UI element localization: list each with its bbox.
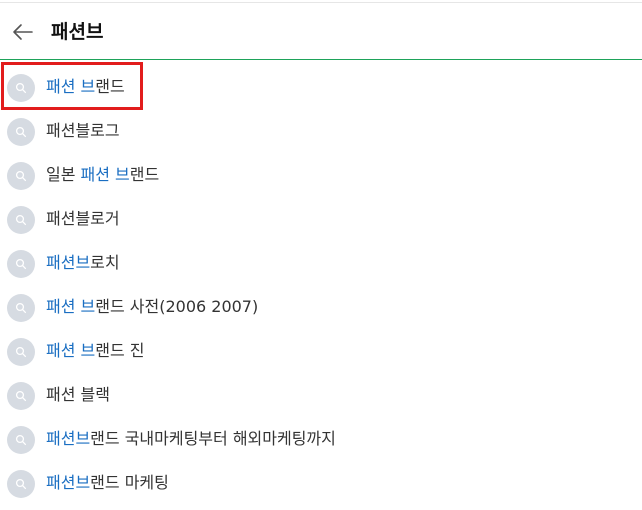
suggestion-label-rest: 로치 [90, 253, 120, 272]
search-icon [15, 126, 27, 138]
search-query-input[interactable]: 패션브 [51, 19, 103, 45]
suggestion-label: 패션브랜드 마케팅 [46, 472, 169, 494]
suggestion-item[interactable]: 패션브로치 [0, 242, 642, 286]
suggestion-label: 패션 브랜드 사전(2006 2007) [46, 296, 258, 318]
suggestion-label: 패션블로거 [46, 208, 120, 230]
suggestion-item[interactable]: 패션블로거 [0, 198, 642, 242]
suggestion-label-match: 패션 브 [80, 165, 130, 184]
suggestion-label-rest: 랜드 [129, 165, 160, 184]
suggestion-item[interactable]: 패션 브랜드 [0, 62, 642, 110]
search-icon [15, 434, 27, 446]
suggestion-label-rest: 패션 블랙 [46, 385, 110, 404]
suggestion-item[interactable]: 패션브랜드 국내마케팅부터 해외마케팅까지 [0, 418, 642, 462]
suggestion-search-icon [7, 250, 35, 278]
suggestion-label: 패션블로그 [46, 120, 120, 142]
search-icon [15, 346, 27, 358]
suggestion-search-icon [7, 426, 35, 454]
suggestion-label-match: 패션브 [46, 473, 91, 492]
suggestion-search-icon [7, 206, 35, 234]
search-icon [15, 258, 27, 270]
suggestion-label: 패션 블랙 [46, 384, 110, 406]
search-icon [15, 170, 27, 182]
suggestion-label-match: 패션 브 [46, 77, 96, 96]
suggestion-label: 패션브랜드 국내마케팅부터 해외마케팅까지 [46, 428, 336, 450]
suggestion-label-rest: 랜드 사전(2006 2007) [95, 297, 259, 316]
search-icon [15, 214, 27, 226]
suggestion-label-rest: 랜드 마케팅 [90, 473, 169, 492]
suggestion-item[interactable]: 패션 브랜드 진 [0, 330, 642, 374]
suggestion-label-rest: 패션블로거 [46, 209, 120, 228]
suggestion-label-rest: 일본 [46, 165, 81, 184]
suggestion-item[interactable]: 패션 블랙 [0, 374, 642, 418]
suggestion-item[interactable]: 패션블로그 [0, 110, 642, 154]
suggestion-label-match: 패션브 [46, 429, 91, 448]
suggestion-label: 패션브로치 [46, 252, 120, 274]
suggestion-label-match: 패션브 [46, 253, 91, 272]
arrow-left-icon [13, 24, 33, 40]
suggestion-label-rest: 랜드 국내마케팅부터 해외마케팅까지 [90, 429, 336, 448]
suggestion-search-icon [7, 382, 35, 410]
suggestion-search-icon [7, 294, 35, 322]
suggestion-label: 패션 브랜드 [46, 76, 125, 98]
suggestion-item[interactable]: 일본 패션 브랜드 [0, 154, 642, 198]
suggestion-label: 일본 패션 브랜드 [46, 164, 159, 186]
suggestion-label-match: 패션 브 [46, 341, 96, 360]
suggestion-label-rest: 랜드 진 [95, 341, 145, 360]
search-icon [15, 478, 27, 490]
search-icon [15, 302, 27, 314]
suggestion-label-match: 패션 브 [46, 297, 96, 316]
back-button[interactable] [8, 17, 38, 47]
suggestion-search-icon [7, 162, 35, 190]
search-icon [15, 390, 27, 402]
suggestion-label: 패션 브랜드 진 [46, 340, 145, 362]
suggestion-search-icon [7, 338, 35, 366]
suggestion-search-icon [7, 74, 35, 102]
suggestion-label-rest: 패션블로그 [46, 121, 120, 140]
suggestion-item[interactable]: 패션브랜드 마케팅 [0, 462, 642, 506]
suggestion-search-icon [7, 118, 35, 146]
search-icon [15, 82, 27, 94]
search-header: 패션브 [0, 3, 642, 60]
suggestion-list: 패션 브랜드 패션블로그 일본 패션 브랜드 패션블로거 패션브로치 패션 브랜드 사전(… [0, 62, 642, 506]
suggestion-item[interactable]: 패션 브랜드 사전(2006 2007) [0, 286, 642, 330]
suggestion-label-rest: 랜드 [95, 77, 125, 96]
suggestion-search-icon [7, 470, 35, 498]
